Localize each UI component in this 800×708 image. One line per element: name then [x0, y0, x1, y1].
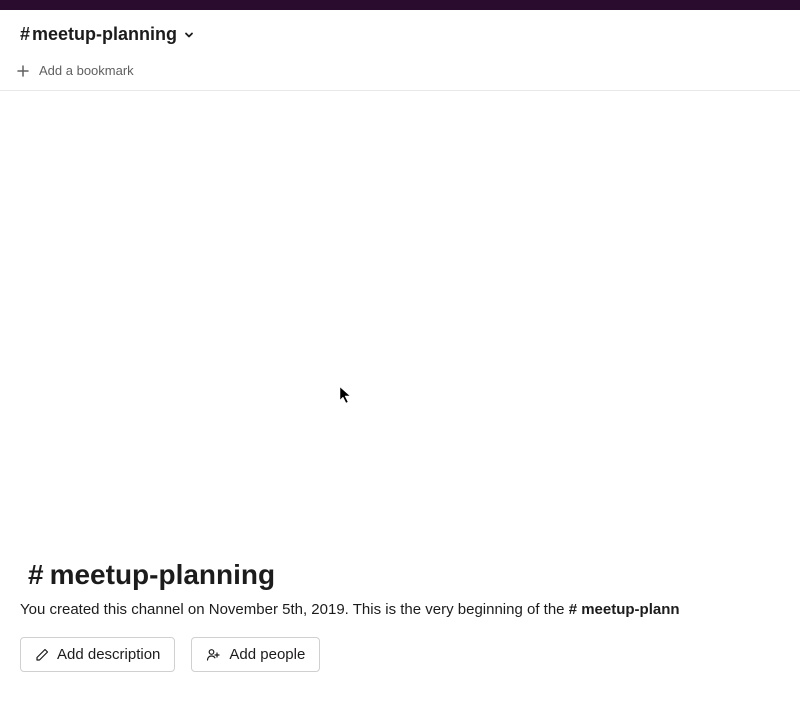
intro-desc-channel: # meetup-plann	[569, 601, 680, 618]
window-top-bar	[0, 0, 800, 10]
add-bookmark-label: Add a bookmark	[39, 63, 134, 78]
chevron-down-icon	[183, 29, 195, 41]
add-description-label: Add description	[57, 646, 160, 663]
person-add-icon	[206, 648, 221, 662]
pencil-icon	[35, 648, 49, 662]
channel-intro-description: You created this channel on November 5th…	[20, 599, 780, 622]
add-people-label: Add people	[229, 646, 305, 663]
intro-channel-name: meetup-planning	[50, 559, 276, 591]
add-description-button[interactable]: Add description	[20, 637, 175, 672]
add-people-button[interactable]: Add people	[191, 637, 320, 672]
channel-name-button[interactable]: # meetup-planning	[20, 24, 195, 45]
add-bookmark-button[interactable]: Add a bookmark	[17, 63, 134, 78]
cursor-icon	[339, 386, 353, 409]
intro-desc-prefix: You created this channel on November 5th…	[20, 601, 569, 618]
channel-intro-title: # meetup-planning	[20, 559, 780, 591]
channel-name-text: meetup-planning	[32, 24, 177, 45]
channel-intro: # meetup-planning You created this chann…	[0, 559, 800, 708]
hash-icon: #	[20, 24, 30, 45]
channel-header: # meetup-planning	[0, 10, 800, 55]
plus-icon	[17, 65, 29, 77]
bookmark-bar: Add a bookmark	[0, 55, 800, 91]
hash-icon: #	[28, 559, 44, 591]
intro-actions: Add description Add people	[20, 637, 780, 672]
